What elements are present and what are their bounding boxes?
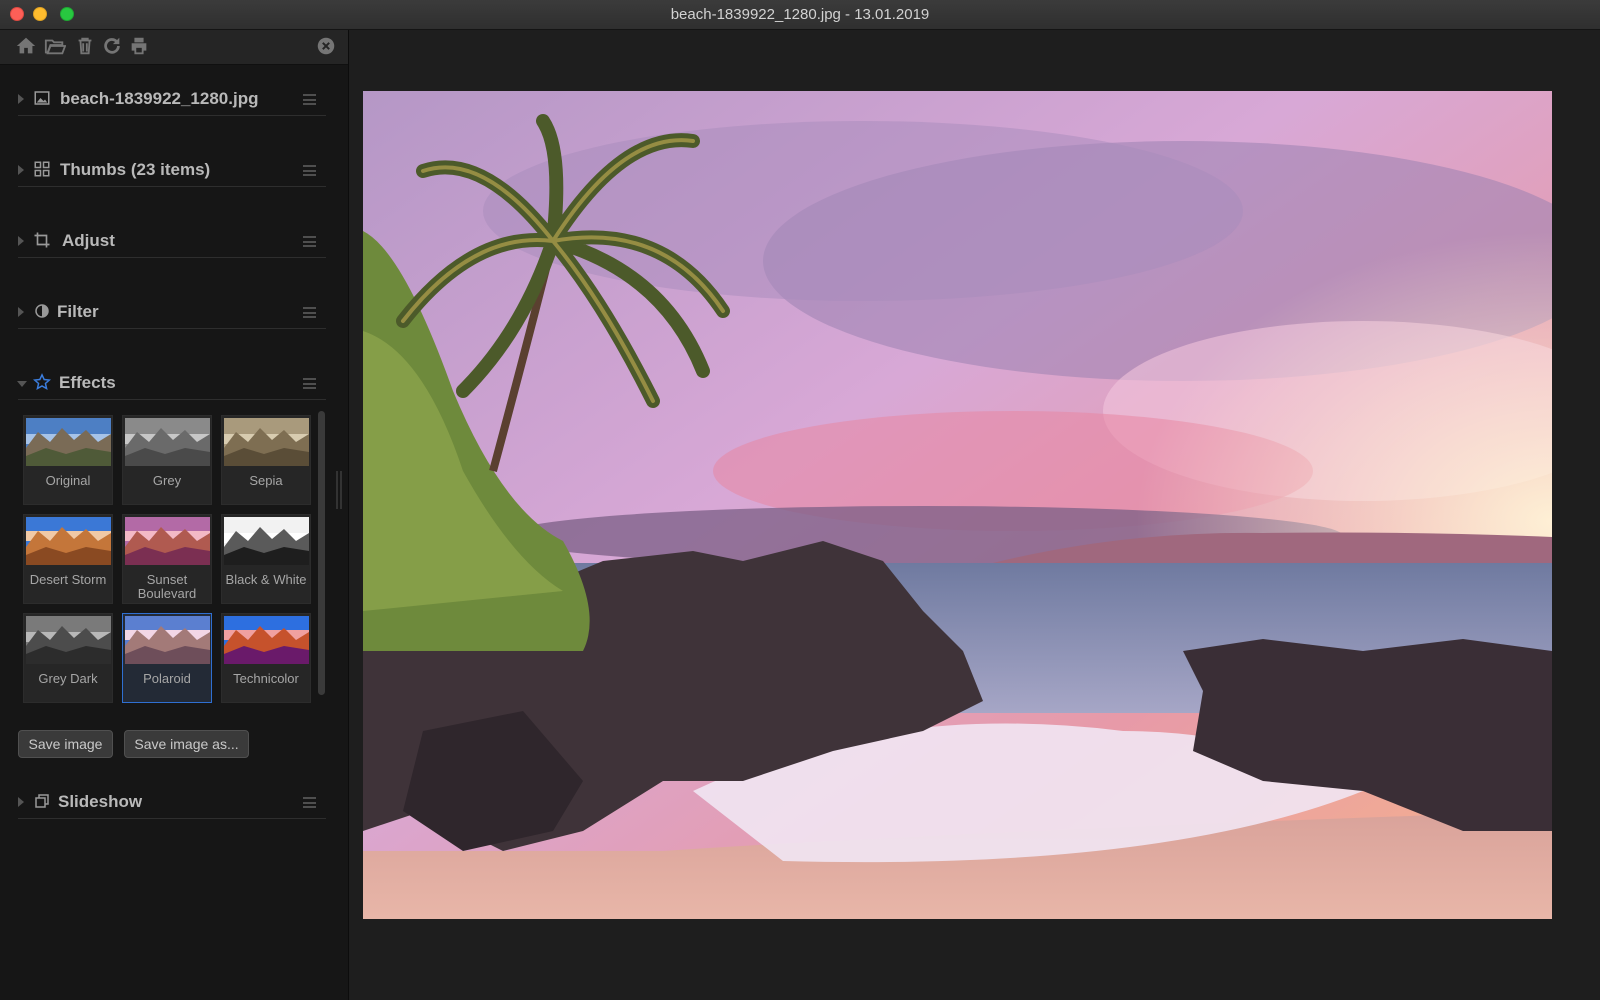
section-filter[interactable]: Filter xyxy=(18,298,326,329)
effect-label: Sunset Boulevard xyxy=(137,572,197,601)
effect-sepia[interactable]: Sepia xyxy=(221,415,311,505)
contrast-icon xyxy=(33,302,53,322)
section-menu-icon[interactable] xyxy=(303,307,316,318)
effect-label: Grey Dark xyxy=(38,671,98,686)
toolbar xyxy=(0,30,348,65)
effect-original[interactable]: Original xyxy=(23,415,113,505)
section-file-info[interactable]: beach-1839922_1280.jpg xyxy=(18,85,326,116)
section-menu-icon[interactable] xyxy=(303,236,316,247)
sidebar-resize-handle[interactable] xyxy=(336,471,342,509)
folder-open-icon[interactable] xyxy=(44,35,68,59)
section-menu-icon[interactable] xyxy=(303,165,316,176)
window-title: beach-1839922_1280.jpg - 13.01.2019 xyxy=(670,6,930,23)
section-effects[interactable]: Effects xyxy=(17,369,326,400)
collapsed-arrow-icon[interactable] xyxy=(18,165,24,175)
section-label: Adjust xyxy=(62,231,115,250)
print-icon[interactable] xyxy=(128,35,152,59)
effect-thumbnail xyxy=(26,517,111,565)
close-icon[interactable] xyxy=(315,35,339,59)
grid-icon xyxy=(33,160,53,180)
main-image[interactable] xyxy=(363,91,1552,919)
effect-sunset-boulevard[interactable]: Sunset Boulevard xyxy=(122,514,212,604)
section-thumbs[interactable]: Thumbs (23 items) xyxy=(18,156,326,187)
collapsed-arrow-icon[interactable] xyxy=(18,236,24,246)
save-image-button[interactable]: Save image xyxy=(18,730,113,758)
effect-thumbnail xyxy=(26,418,111,466)
section-label: Thumbs (23 items) xyxy=(60,160,211,179)
section-slideshow[interactable]: Slideshow xyxy=(18,788,326,819)
effects-scrollbar[interactable] xyxy=(318,411,325,695)
section-menu-icon[interactable] xyxy=(303,94,316,105)
effect-label: Grey xyxy=(152,473,182,488)
star-icon xyxy=(32,373,53,393)
effect-technicolor[interactable]: Technicolor xyxy=(221,613,311,703)
effect-polaroid[interactable]: Polaroid xyxy=(122,613,212,703)
effect-desert-storm[interactable]: Desert Storm xyxy=(23,514,113,604)
sidebar: beach-1839922_1280.jpg Thumbs (23 items)… xyxy=(0,30,349,1000)
title-bar[interactable]: beach-1839922_1280.jpg - 13.01.2019 xyxy=(0,0,1600,30)
app-window: beach-1839922_1280.jpg - 13.01.2019 beac… xyxy=(0,0,1600,1000)
effect-grey-dark[interactable]: Grey Dark xyxy=(23,613,113,703)
crop-icon xyxy=(33,231,53,251)
home-icon[interactable] xyxy=(15,35,39,59)
save-image-as-button[interactable]: Save image as... xyxy=(124,730,249,758)
effect-label: Desert Storm xyxy=(29,572,107,587)
effect-grey[interactable]: Grey xyxy=(122,415,212,505)
effect-thumbnail xyxy=(224,616,309,664)
section-adjust[interactable]: Adjust xyxy=(18,227,326,258)
effect-label: Black & White xyxy=(225,572,307,587)
collapsed-arrow-icon[interactable] xyxy=(18,797,24,807)
effect-label: Polaroid xyxy=(143,671,191,686)
expanded-arrow-icon[interactable] xyxy=(17,381,27,387)
effect-thumbnail xyxy=(125,616,210,664)
section-label: beach-1839922_1280.jpg xyxy=(60,89,259,108)
trash-icon[interactable] xyxy=(74,35,98,59)
effect-label: Technicolor xyxy=(233,671,299,686)
section-label: Effects xyxy=(59,373,116,392)
collapsed-arrow-icon[interactable] xyxy=(18,307,24,317)
slideshow-icon xyxy=(33,792,53,812)
effect-thumbnail xyxy=(224,418,309,466)
section-label: Filter xyxy=(57,302,99,321)
image-icon xyxy=(33,89,53,109)
effect-thumbnail xyxy=(125,418,210,466)
section-menu-icon[interactable] xyxy=(303,378,316,389)
refresh-icon[interactable] xyxy=(101,35,125,59)
image-viewer[interactable] xyxy=(349,30,1600,1000)
section-label: Slideshow xyxy=(58,792,143,811)
effect-black-white[interactable]: Black & White xyxy=(221,514,311,604)
effect-label: Original xyxy=(45,473,91,488)
effect-thumbnail xyxy=(224,517,309,565)
effect-thumbnail xyxy=(26,616,111,664)
collapsed-arrow-icon[interactable] xyxy=(18,94,24,104)
effect-label: Sepia xyxy=(249,473,283,488)
effect-thumbnail xyxy=(125,517,210,565)
section-menu-icon[interactable] xyxy=(303,797,316,808)
